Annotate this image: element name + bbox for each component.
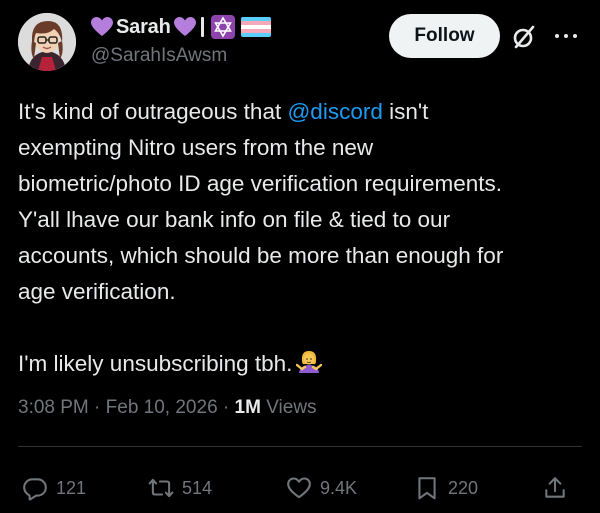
- tweet-text-segment: It's kind of outrageous that: [18, 99, 288, 124]
- tweet-date[interactable]: Feb 10, 2026: [106, 397, 218, 418]
- action-bar: 121 514 9.4K 220: [0, 468, 600, 508]
- reply-button[interactable]: 121: [22, 468, 86, 508]
- heart-icon: [287, 477, 311, 499]
- views-count: 1M: [234, 397, 261, 418]
- share-button[interactable]: [542, 468, 568, 508]
- bookmark-button[interactable]: 220: [414, 468, 478, 508]
- mention-link[interactable]: @discord: [287, 99, 382, 124]
- tweet-meta: 3:08 PM · Feb 10, 2026 · 1M Views: [18, 397, 317, 419]
- repost-button[interactable]: 514: [148, 468, 212, 508]
- like-count: 9.4K: [320, 477, 358, 498]
- views-label: Views: [266, 397, 317, 418]
- more-options-icon[interactable]: [551, 26, 581, 46]
- reply-count: 121: [56, 477, 87, 498]
- avatar-image: [18, 13, 76, 71]
- share-icon: [545, 477, 565, 498]
- tweet-line: age verification.: [18, 279, 176, 304]
- purple-heart-icon: [173, 17, 196, 36]
- reply-icon: [23, 478, 47, 501]
- tweet-line: It's kind of outrageous that @discord is…: [18, 94, 588, 130]
- like-button[interactable]: 9.4K: [286, 468, 357, 508]
- person-shrugging-icon: [296, 351, 323, 373]
- grok-icon[interactable]: [511, 24, 537, 50]
- tweet-line: I'm likely unsubscribing tbh.: [18, 346, 588, 382]
- purple-heart-icon: [91, 17, 113, 36]
- tweet-line: accounts, which should be more than enou…: [18, 243, 504, 268]
- display-name[interactable]: Sarah: [116, 16, 171, 39]
- divider: [18, 446, 582, 447]
- follow-button[interactable]: Follow: [389, 14, 500, 58]
- tweet-line: biometric/photo ID age verification requ…: [18, 171, 502, 196]
- repost-count: 514: [182, 477, 213, 498]
- repost-icon: [148, 478, 174, 498]
- separator-bar: [200, 17, 204, 37]
- tweet-text: It's kind of outrageous that @discord is…: [18, 94, 588, 382]
- bookmark-icon: [418, 477, 436, 500]
- meta-separator: ·: [222, 397, 235, 418]
- bookmark-count: 220: [448, 477, 479, 498]
- meta-separator: ·: [94, 397, 106, 418]
- tweet-text-segment: I'm likely unsubscribing tbh.: [18, 351, 293, 376]
- tweet-line: exempting Nitro users from the new: [18, 135, 374, 160]
- transgender-flag-icon: [240, 17, 271, 37]
- author-handle[interactable]: @SarahIsAwsm: [91, 45, 227, 67]
- tweet-line: Y'all lhave our bank info on file & tied…: [18, 207, 451, 232]
- author-name-row[interactable]: Sarah: [91, 14, 271, 40]
- star-of-david-icon: [210, 15, 235, 39]
- tweet-time[interactable]: 3:08 PM: [18, 397, 89, 418]
- avatar[interactable]: [18, 13, 76, 71]
- tweet-text-segment: isn't: [382, 99, 429, 124]
